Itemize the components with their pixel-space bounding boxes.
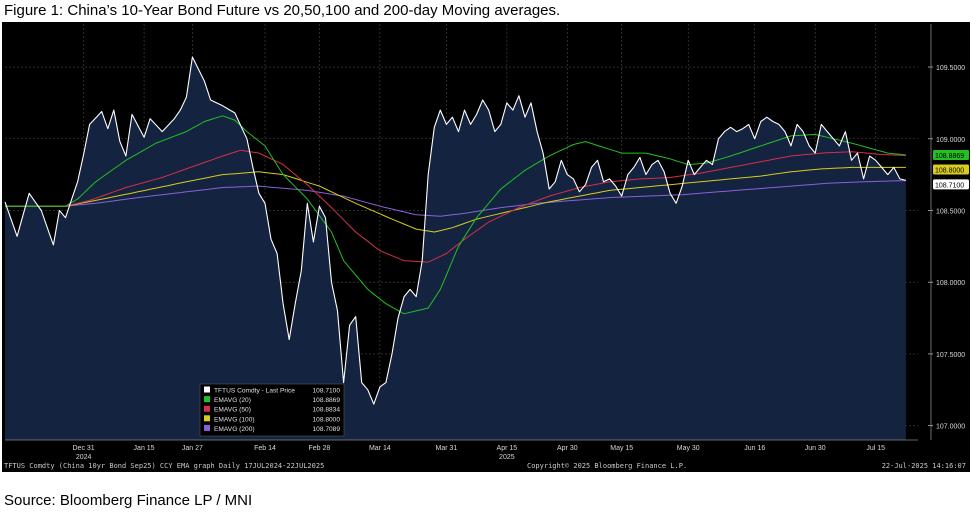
x-axis: Dec 31 Jan 15 Jan 27 Feb 14 Feb 28 Mar 14 Mar … — [5, 439, 918, 461]
x-tick-label: May 15 — [610, 445, 633, 452]
y-tick-label: 107.5000 — [936, 352, 965, 359]
figure-title: Figure 1: China’s 10-Year Bond Future vs… — [4, 2, 561, 19]
price-area — [5, 57, 906, 440]
footer-left: TFTUS Comdty (China 10yr Bond Sep25) CCY… — [4, 462, 324, 470]
legend-value: 108.8834 — [312, 407, 340, 414]
y-tick-label: 108.5000 — [936, 208, 965, 215]
legend-swatch — [204, 386, 210, 393]
last-value-badges: 108.8869 108.8000 108.7100 — [933, 149, 969, 190]
x-tick-label: Feb 14 — [254, 445, 276, 452]
legend-label: EMAVG (20) — [214, 397, 251, 404]
y-axis: 107.0000 107.5000 108.0000 108.5000 109.0000… — [928, 24, 965, 440]
legend-value: 108.7089 — [312, 426, 340, 433]
legend-label: TFTUS Comdty - Last Price — [214, 388, 295, 395]
legend-value: 108.7100 — [312, 388, 340, 395]
chart-frame: 107.0000 107.5000 108.0000 108.5000 109.0000… — [2, 22, 970, 472]
legend-label: EMAVG (100) — [214, 416, 255, 423]
y-tick-label: 108.0000 — [936, 280, 965, 287]
x-year-label: 2024 — [76, 454, 92, 461]
x-year-label: 2025 — [499, 454, 515, 461]
y-tick-label: 109.5000 — [936, 65, 965, 72]
footer-center: Copyright© 2025 Bloomberg Finance L.P. — [527, 462, 687, 470]
x-tick-label: Jun 30 — [805, 445, 826, 452]
x-tick-label: Apr 30 — [557, 445, 578, 452]
legend-swatch — [204, 405, 210, 412]
legend-swatch — [204, 396, 210, 403]
x-tick-label: Jan 15 — [134, 445, 155, 452]
x-tick-label: Apr 15 — [497, 445, 518, 452]
x-tick-label: Jan 27 — [182, 445, 203, 452]
chart: 107.0000 107.5000 108.0000 108.5000 109.0000… — [4, 24, 969, 470]
x-tick-label: Mar 14 — [369, 445, 391, 452]
legend-value: 108.8869 — [312, 397, 340, 404]
x-tick-label: Dec 31 — [73, 445, 95, 452]
legend-label: EMAVG (50) — [214, 407, 251, 414]
price-area-fill — [5, 57, 906, 440]
legend-value: 108.8000 — [312, 416, 340, 423]
legend-swatch — [204, 424, 210, 431]
x-tick-label: Jun 16 — [744, 445, 765, 452]
x-tick-label: Jul 15 — [866, 445, 885, 452]
badge-value-price: 108.7100 — [935, 182, 964, 189]
x-tick-label: Feb 28 — [309, 445, 331, 452]
y-tick-label: 107.0000 — [936, 424, 965, 431]
y-tick-label: 109.0000 — [936, 137, 965, 144]
badge-value-ema100: 108.8000 — [935, 167, 964, 174]
x-tick-label: Mar 31 — [435, 445, 457, 452]
legend-swatch — [204, 415, 210, 422]
source-note: Source: Bloomberg Finance LP / MNI — [4, 492, 253, 509]
x-tick-label: May 30 — [677, 445, 700, 452]
legend: TFTUS Comdty - Last Price 108.7100 EMAVG (… — [199, 383, 345, 437]
badge-value-ema20: 108.8869 — [935, 153, 964, 160]
footer-right: 22-Jul-2025 14:16:07 — [882, 462, 966, 470]
legend-label: EMAVG (200) — [214, 426, 255, 433]
